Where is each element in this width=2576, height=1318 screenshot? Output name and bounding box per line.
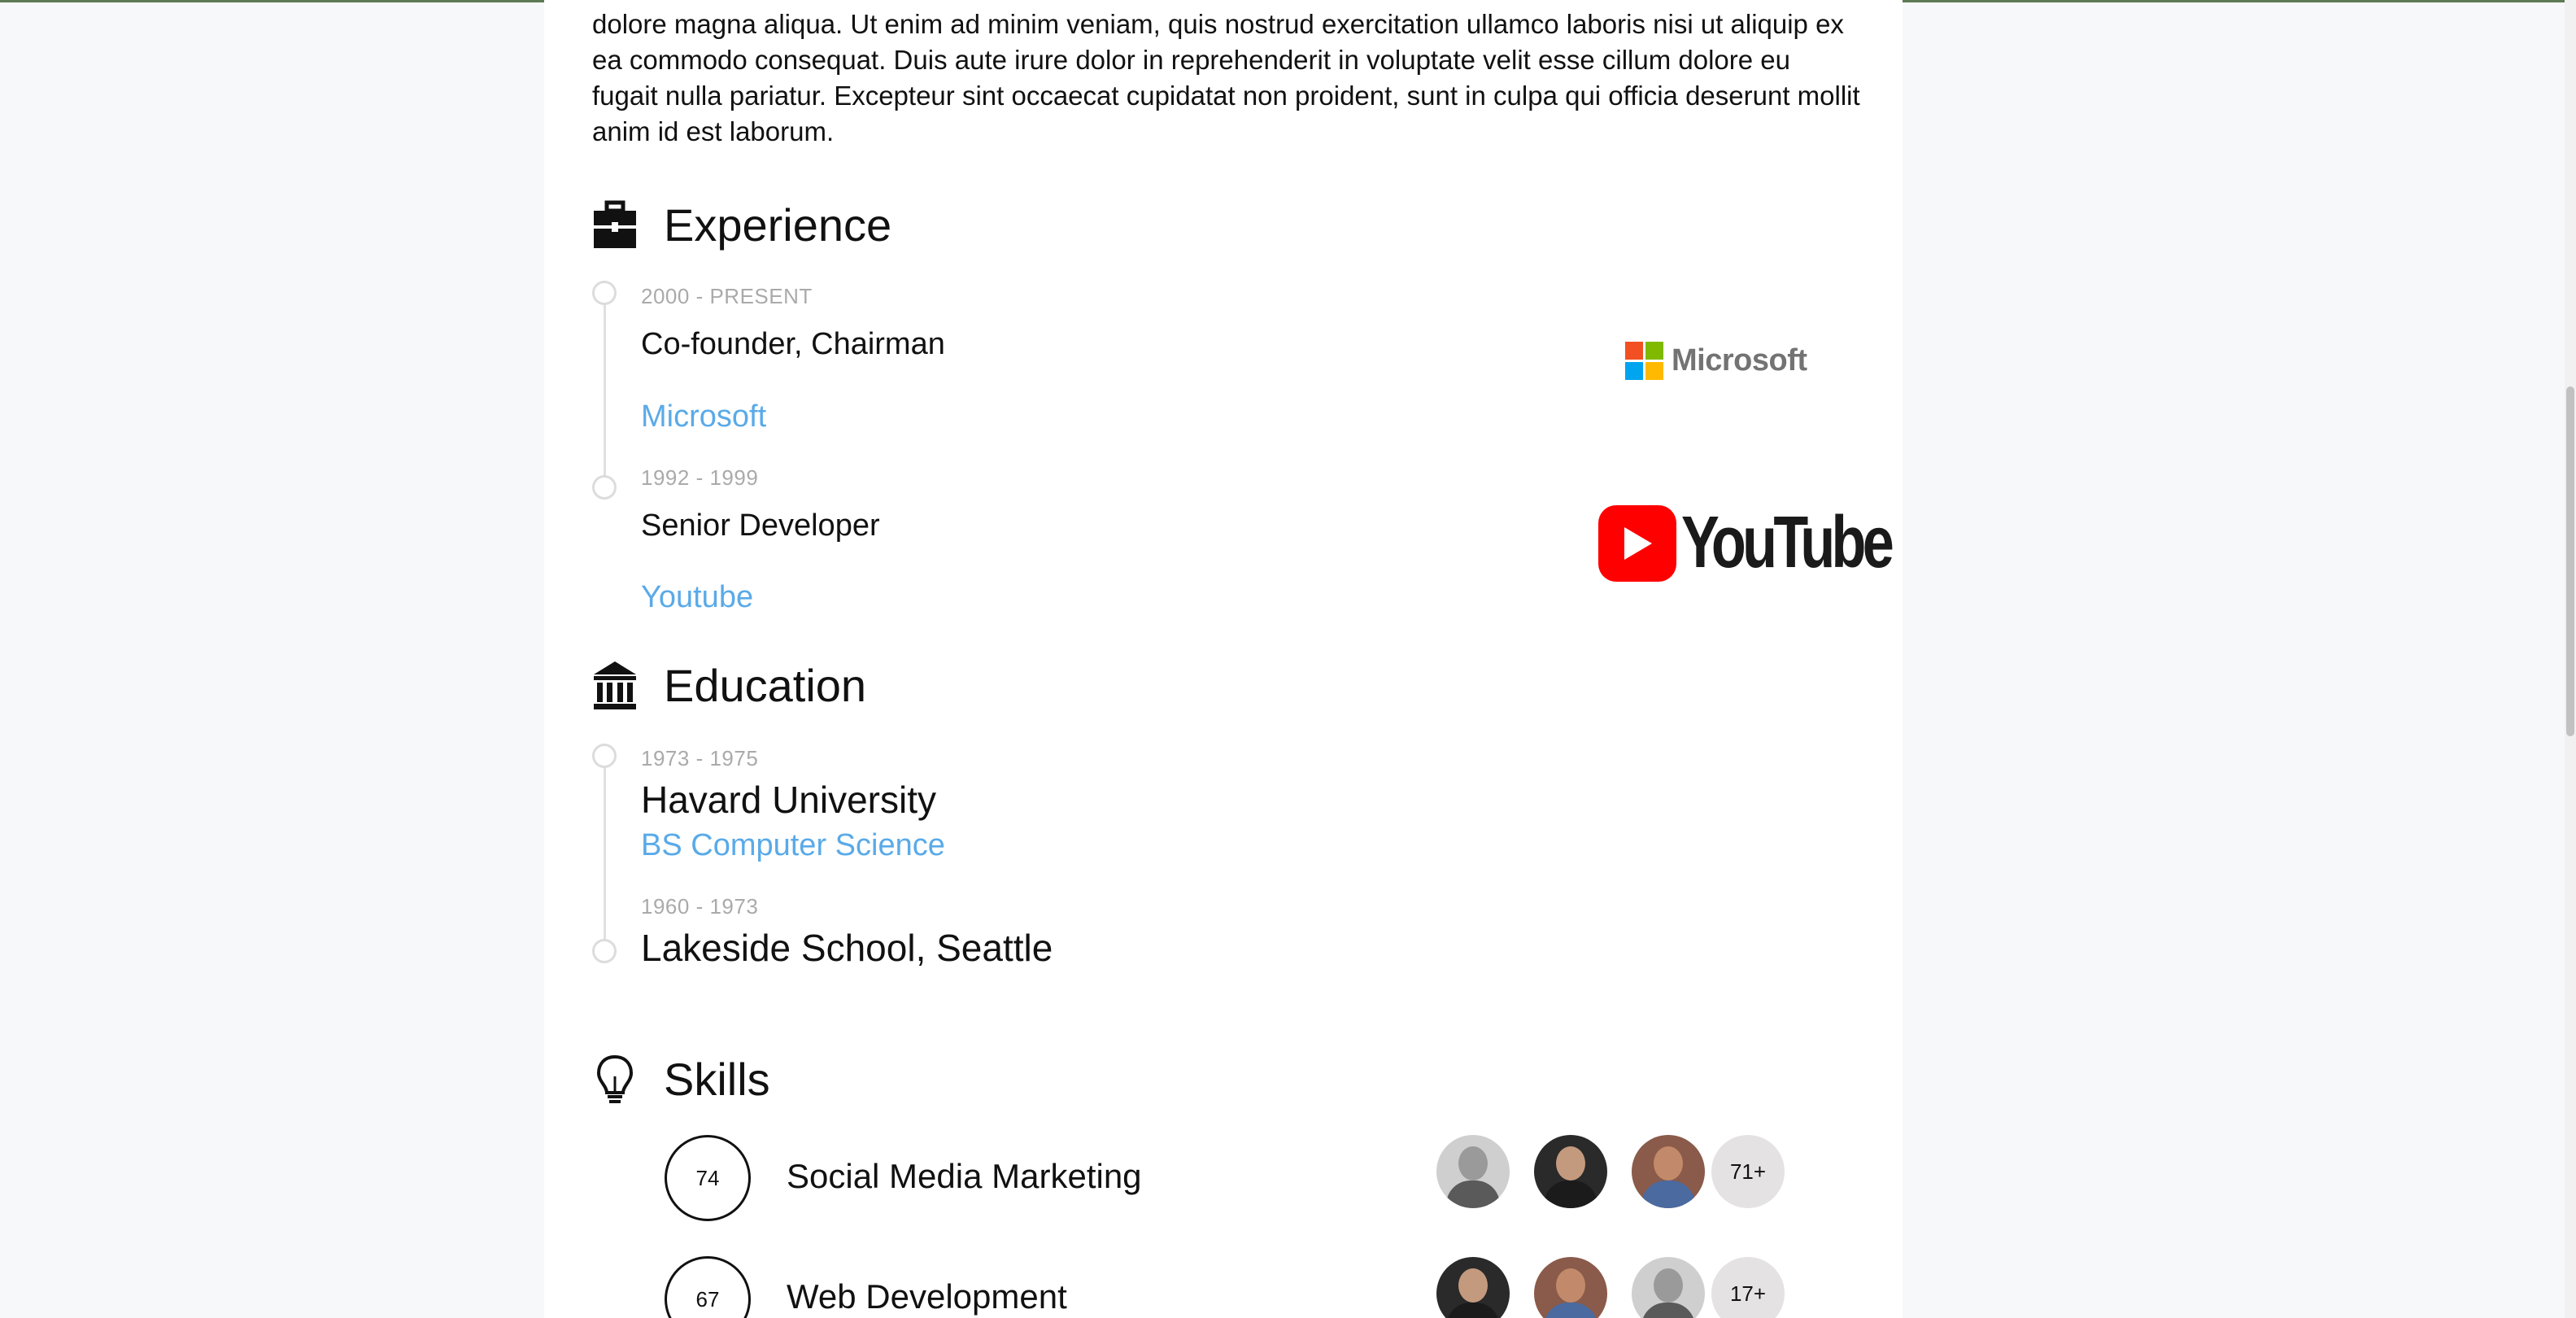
microsoft-logo: Microsoft (1625, 342, 1807, 380)
experience-date: 2000 - PRESENT (641, 284, 813, 308)
education-school: Havard University (641, 779, 936, 821)
institution-icon (592, 660, 638, 712)
experience-company-link[interactable]: Youtube (641, 580, 753, 615)
avatar[interactable] (1632, 1257, 1705, 1318)
section-title-experience: Experience (664, 199, 892, 251)
skill-row: 67 (665, 1256, 751, 1318)
skill-name: Web Development (787, 1277, 1067, 1316)
avatar[interactable] (1534, 1135, 1607, 1208)
avatar[interactable] (1632, 1135, 1705, 1208)
more-endorsers-badge[interactable]: 17+ (1711, 1257, 1785, 1318)
skill-endorsers[interactable]: 71+ (1436, 1135, 1785, 1208)
lightbulb-icon (592, 1054, 638, 1106)
timeline-dot (592, 475, 617, 500)
microsoft-logo-icon (1625, 342, 1663, 380)
section-title-education: Education (664, 660, 867, 711)
experience-role: Co-founder, Chairman (641, 327, 945, 361)
education-timeline (604, 765, 606, 948)
timeline-dot (592, 939, 617, 963)
education-date: 1973 - 1975 (641, 746, 759, 770)
avatar[interactable] (1436, 1257, 1510, 1318)
youtube-logo: YouTube (1598, 501, 1950, 585)
skills-header: Skills (592, 1053, 770, 1106)
education-degree-link[interactable]: BS Computer Science (641, 828, 945, 863)
youtube-play-icon (1598, 504, 1676, 582)
microsoft-logo-text: Microsoft (1672, 343, 1807, 378)
skill-score: 67 (695, 1286, 720, 1311)
skill-score: 74 (695, 1165, 720, 1190)
experience-role: Senior Developer (641, 508, 880, 543)
skill-name: Social Media Marketing (787, 1157, 1142, 1195)
scrollbar-thumb[interactable] (2566, 386, 2574, 736)
scrollbar[interactable] (2565, 0, 2576, 1318)
education-header: Education (592, 659, 866, 712)
avatar[interactable] (1436, 1135, 1510, 1208)
briefcase-icon (592, 199, 638, 251)
about-text: dolore magna aliqua. Ut enim ad minim ve… (592, 9, 1860, 146)
experience-header: Experience (592, 199, 891, 251)
avatar[interactable] (1534, 1257, 1607, 1318)
timeline-dot (592, 281, 617, 305)
skill-score-circle: 67 (665, 1256, 751, 1318)
experience-timeline (604, 305, 606, 488)
experience-date: 1992 - 1999 (641, 465, 759, 490)
timeline-dot (592, 744, 617, 768)
experience-company-link[interactable]: Microsoft (641, 399, 766, 434)
section-title-skills: Skills (664, 1054, 770, 1105)
skill-row: 74 (665, 1135, 751, 1221)
more-endorsers-badge[interactable]: 71+ (1711, 1135, 1785, 1208)
resume-page: dolore magna aliqua. Ut enim ad minim ve… (544, 0, 1903, 1318)
education-school: Lakeside School, Seattle (641, 927, 1053, 969)
skill-endorsers[interactable]: 17+ (1436, 1257, 1785, 1318)
education-date: 1960 - 1973 (641, 894, 759, 919)
skill-score-circle: 74 (665, 1135, 751, 1221)
youtube-logo-text: YouTube (1681, 502, 1894, 583)
